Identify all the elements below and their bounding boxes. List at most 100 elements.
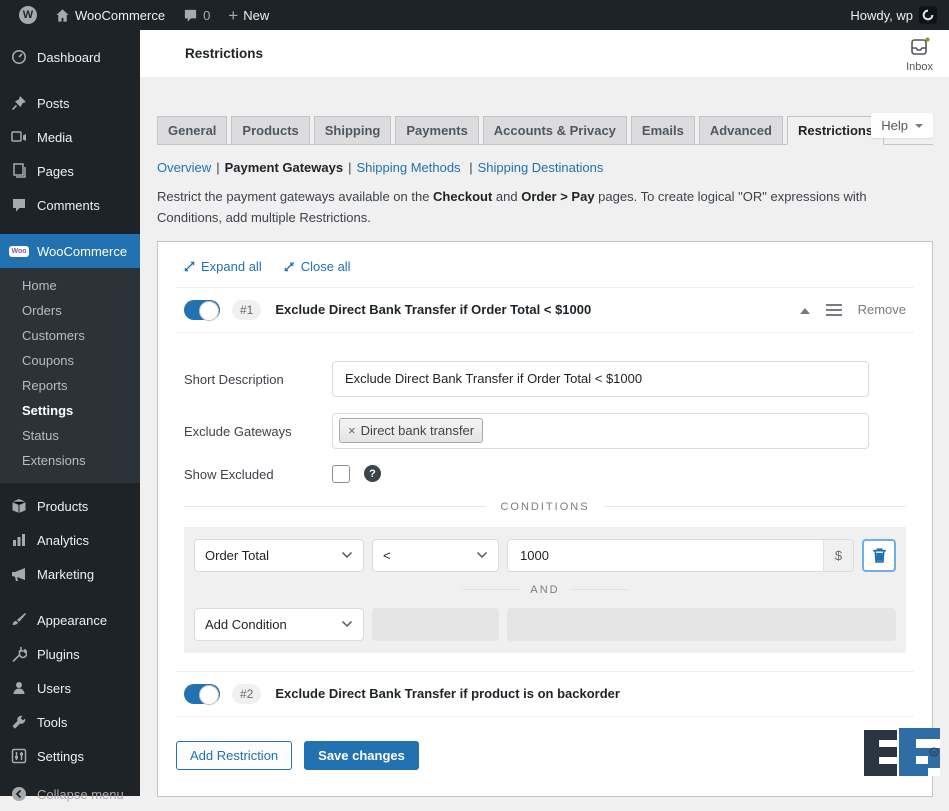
- sidebar-item-label: Appearance: [37, 613, 107, 628]
- add-restriction-button[interactable]: Add Restriction: [176, 741, 292, 770]
- settings-tabs: General Products Shipping Payments Accou…: [157, 116, 933, 145]
- comments-menu[interactable]: 0: [174, 0, 219, 30]
- add-condition-select[interactable]: Add Condition: [194, 608, 364, 641]
- tab-shipping[interactable]: Shipping: [314, 116, 392, 145]
- and-divider: AND: [194, 584, 896, 596]
- sidebar-item-label: Comments: [37, 198, 100, 213]
- tab-payments[interactable]: Payments: [395, 116, 478, 145]
- sidebar-item-settings[interactable]: Settings: [0, 739, 140, 773]
- gateway-tag-label: Direct bank transfer: [361, 423, 474, 438]
- disabled-value-placeholder: [507, 608, 896, 641]
- drag-handle-icon[interactable]: [826, 304, 842, 316]
- delete-condition-button[interactable]: [862, 539, 896, 572]
- condition-operator-select[interactable]: <: [372, 539, 499, 572]
- media-icon: [10, 128, 28, 146]
- collapse-up-icon[interactable]: [800, 303, 810, 314]
- tab-general[interactable]: General: [157, 116, 227, 145]
- subnav-shipping-methods[interactable]: Shipping Methods: [356, 160, 460, 175]
- sidebar-item-label: Pages: [37, 164, 74, 179]
- subnav-separator: |: [216, 160, 219, 175]
- sidebar-item-label: Dashboard: [37, 50, 101, 65]
- restriction-2-enable-toggle[interactable]: [184, 684, 220, 704]
- sidebar-item-label: Tools: [37, 715, 67, 730]
- sidebar-item-label: Products: [37, 499, 88, 514]
- sidebar-item-media[interactable]: Media: [0, 120, 140, 154]
- restriction-number-badge: #2: [232, 684, 261, 704]
- sidebar-item-posts[interactable]: Posts: [0, 86, 140, 120]
- exclude-gateways-input[interactable]: × Direct bank transfer: [332, 413, 869, 449]
- submenu-item-home[interactable]: Home: [0, 273, 140, 298]
- wp-logo-menu[interactable]: W: [10, 0, 46, 30]
- chevron-down-icon: [341, 551, 353, 559]
- dashboard-icon: [10, 48, 28, 66]
- sidebar-item-users[interactable]: Users: [0, 671, 140, 705]
- conditions-panel: Order Total < $: [184, 527, 906, 653]
- sidebar-item-marketing[interactable]: Marketing: [0, 557, 140, 591]
- comments-icon: [10, 196, 28, 214]
- submenu-item-extensions[interactable]: Extensions: [0, 448, 140, 473]
- chevron-down-icon: [915, 124, 923, 132]
- tab-emails[interactable]: Emails: [631, 116, 695, 145]
- sidebar-item-dashboard[interactable]: Dashboard: [0, 40, 140, 74]
- submenu-item-orders[interactable]: Orders: [0, 298, 140, 323]
- sidebar-item-label: Posts: [37, 96, 70, 111]
- expand-all-link[interactable]: Expand all: [184, 259, 262, 274]
- restriction-number-badge: #1: [232, 300, 261, 320]
- conditions-heading: CONDITIONS: [184, 501, 906, 513]
- svg-text:w: w: [931, 751, 937, 757]
- page-title: Restrictions: [185, 46, 263, 61]
- submenu-item-coupons[interactable]: Coupons: [0, 348, 140, 373]
- sidebar-item-label: Users: [37, 681, 71, 696]
- sidebar-item-comments[interactable]: Comments: [0, 188, 140, 222]
- short-description-input[interactable]: [332, 361, 869, 397]
- tab-accounts-privacy[interactable]: Accounts & Privacy: [483, 116, 627, 145]
- condition-field-select[interactable]: Order Total: [194, 539, 364, 572]
- exclude-gateways-label: Exclude Gateways: [184, 422, 332, 439]
- sidebar-item-products[interactable]: Products: [0, 489, 140, 523]
- trash-icon: [872, 547, 887, 563]
- subnav-shipping-destinations[interactable]: Shipping Destinations: [478, 160, 604, 175]
- comment-bubble-icon: [183, 8, 198, 23]
- submenu-item-reports[interactable]: Reports: [0, 373, 140, 398]
- inbox-button[interactable]: Inbox: [906, 36, 933, 73]
- condition-value-input[interactable]: [508, 540, 823, 571]
- remove-tag-icon[interactable]: ×: [348, 423, 356, 438]
- subnav-payment-gateways[interactable]: Payment Gateways: [225, 160, 344, 175]
- help-dropdown[interactable]: Help: [871, 113, 933, 138]
- sidebar-item-pages[interactable]: Pages: [0, 154, 140, 188]
- pages-icon: [10, 162, 28, 180]
- sidebar-item-tools[interactable]: Tools: [0, 705, 140, 739]
- new-menu[interactable]: + New: [219, 0, 278, 30]
- help-tip-icon[interactable]: ?: [364, 465, 381, 482]
- close-all-link[interactable]: Close all: [284, 259, 351, 274]
- box-icon: [10, 497, 28, 515]
- restriction-1-enable-toggle[interactable]: [184, 300, 220, 320]
- wordpress-logo-icon: W: [19, 6, 37, 24]
- expand-icon: [184, 261, 195, 272]
- tab-advanced[interactable]: Advanced: [699, 116, 783, 145]
- remove-restriction-link[interactable]: Remove: [858, 302, 906, 317]
- panel-toolbar: Expand all Close all: [176, 242, 914, 288]
- bar-chart-icon: [10, 531, 28, 549]
- submenu-item-settings[interactable]: Settings: [0, 398, 140, 423]
- sidebar-item-plugins[interactable]: Plugins: [0, 637, 140, 671]
- subnav-separator: |: [348, 160, 351, 175]
- sidebar-item-woocommerce[interactable]: Woo WooCommerce: [0, 234, 140, 268]
- collapse-icon: [284, 261, 295, 272]
- user-avatar[interactable]: [919, 6, 937, 24]
- sidebar-collapse-menu[interactable]: Collapse menu: [0, 777, 140, 811]
- site-link[interactable]: WooCommerce: [46, 0, 174, 30]
- sidebar-item-analytics[interactable]: Analytics: [0, 523, 140, 557]
- tab-products[interactable]: Products: [231, 116, 309, 145]
- conditions-heading-label: CONDITIONS: [500, 501, 589, 513]
- show-excluded-checkbox[interactable]: [332, 465, 350, 483]
- tab-restrictions[interactable]: Restrictions: [787, 116, 884, 145]
- howdy-text[interactable]: Howdy, wp: [850, 8, 913, 23]
- pin-icon: [10, 94, 28, 112]
- subnav-overview[interactable]: Overview: [157, 160, 211, 175]
- submenu-item-status[interactable]: Status: [0, 423, 140, 448]
- sidebar-item-appearance[interactable]: Appearance: [0, 603, 140, 637]
- show-excluded-row: Show Excluded ?: [184, 465, 906, 483]
- save-changes-button[interactable]: Save changes: [304, 741, 419, 770]
- submenu-item-customers[interactable]: Customers: [0, 323, 140, 348]
